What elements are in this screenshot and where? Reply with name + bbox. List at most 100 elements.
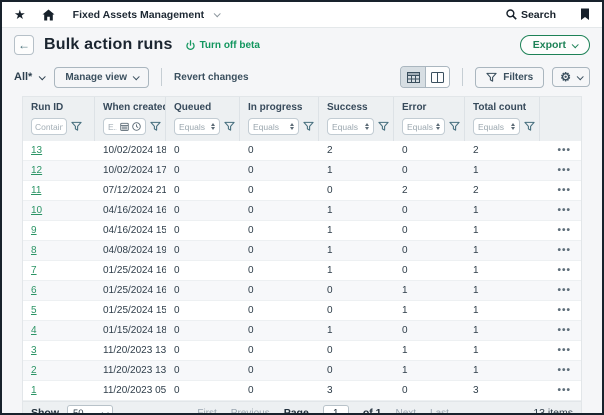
page-number-input[interactable] bbox=[323, 405, 349, 415]
column-header-when-created[interactable]: When created↓ bbox=[95, 97, 166, 115]
table-row[interactable]: 8 04/08/2024 19:0... 0 0 1 0 1 ••• bbox=[23, 241, 581, 261]
updown-icon bbox=[211, 123, 215, 130]
settings-button[interactable]: ⚙ bbox=[552, 67, 590, 87]
run-id-funnel-icon[interactable] bbox=[71, 121, 82, 132]
table-row[interactable]: 10 04/16/2024 16:0... 0 0 1 0 1 ••• bbox=[23, 201, 581, 221]
column-header-total-count[interactable]: Total count bbox=[465, 97, 540, 115]
page-size-select[interactable]: 50 bbox=[67, 405, 113, 415]
table-row[interactable]: 6 01/25/2024 16:1... 0 0 0 1 1 ••• bbox=[23, 281, 581, 301]
queued-cell: 0 bbox=[166, 161, 240, 180]
run-id-link[interactable]: 4 bbox=[31, 325, 37, 336]
favorite-star-icon[interactable]: ★ bbox=[14, 8, 26, 21]
row-actions-menu[interactable]: ••• bbox=[540, 301, 581, 320]
first-page-button[interactable]: First bbox=[197, 408, 216, 415]
split-view-button[interactable] bbox=[425, 67, 449, 87]
table-row[interactable]: 5 01/25/2024 15:3... 0 0 0 1 1 ••• bbox=[23, 301, 581, 321]
when-created-cell: 07/12/2024 21:2... bbox=[95, 181, 166, 200]
in-progress-filter-select[interactable]: Equals bbox=[248, 118, 299, 135]
back-button[interactable]: ← bbox=[14, 35, 34, 55]
run-id-filter-input[interactable] bbox=[31, 118, 67, 135]
total-count-cell: 1 bbox=[465, 301, 540, 320]
when-created-filter-input[interactable]: E... bbox=[103, 118, 146, 135]
run-id-link[interactable]: 5 bbox=[31, 305, 37, 316]
column-header-success[interactable]: Success bbox=[319, 97, 394, 115]
page-size-value: 50 bbox=[73, 408, 84, 415]
total-count-filter-select[interactable]: Equals bbox=[473, 118, 520, 135]
table-row[interactable]: 13 10/02/2024 18:1... 0 0 2 0 2 ••• bbox=[23, 141, 581, 161]
in-progress-funnel-icon[interactable] bbox=[303, 121, 314, 132]
app-switcher-chevron-icon[interactable] bbox=[214, 10, 221, 17]
column-header-error[interactable]: Error bbox=[394, 97, 465, 115]
row-actions-menu[interactable]: ••• bbox=[540, 241, 581, 260]
row-actions-menu[interactable]: ••• bbox=[540, 341, 581, 360]
filters-button[interactable]: Filters bbox=[475, 67, 544, 88]
table-row[interactable]: 4 01/15/2024 18:2... 0 0 1 0 1 ••• bbox=[23, 321, 581, 341]
next-page-button[interactable]: Next bbox=[395, 408, 416, 415]
clock-icon[interactable] bbox=[132, 122, 141, 131]
run-id-link[interactable]: 9 bbox=[31, 225, 37, 236]
error-cell: 0 bbox=[394, 321, 465, 340]
run-id-link[interactable]: 12 bbox=[31, 165, 42, 176]
row-actions-menu[interactable]: ••• bbox=[540, 321, 581, 340]
row-actions-menu[interactable]: ••• bbox=[540, 201, 581, 220]
column-header-in-progress[interactable]: In progress bbox=[240, 97, 319, 115]
queued-cell: 0 bbox=[166, 261, 240, 280]
manage-view-button[interactable]: Manage view bbox=[54, 67, 149, 88]
run-id-link[interactable]: 3 bbox=[31, 345, 37, 356]
manage-view-label: Manage view bbox=[65, 72, 127, 83]
previous-page-button[interactable]: Previous bbox=[231, 408, 270, 415]
error-funnel-icon[interactable] bbox=[449, 121, 460, 132]
last-page-button[interactable]: Last bbox=[430, 408, 449, 415]
when-created-cell: 01/25/2024 16:1... bbox=[95, 281, 166, 300]
table-row[interactable]: 2 11/20/2023 13:0... 0 0 0 1 1 ••• bbox=[23, 361, 581, 381]
row-actions-menu[interactable]: ••• bbox=[540, 261, 581, 280]
table-row[interactable]: 1 11/20/2023 05:0... 0 0 3 0 3 ••• bbox=[23, 381, 581, 401]
success-funnel-icon[interactable] bbox=[378, 121, 389, 132]
search-button[interactable]: Search bbox=[506, 9, 556, 21]
success-filter-select[interactable]: Equals bbox=[327, 118, 374, 135]
run-id-link[interactable]: 7 bbox=[31, 265, 37, 276]
column-header-run-id[interactable]: Run ID bbox=[23, 97, 95, 115]
run-id-link[interactable]: 6 bbox=[31, 285, 37, 296]
table-row[interactable]: 12 10/02/2024 17:1... 0 0 1 0 1 ••• bbox=[23, 161, 581, 181]
queued-cell: 0 bbox=[166, 381, 240, 400]
table-view-button[interactable] bbox=[401, 67, 425, 87]
when-created-cell: 11/20/2023 13:0... bbox=[95, 341, 166, 360]
queued-filter-select[interactable]: Equals bbox=[174, 118, 220, 135]
home-icon[interactable] bbox=[42, 9, 55, 21]
row-actions-menu[interactable]: ••• bbox=[540, 141, 581, 160]
row-actions-menu[interactable]: ••• bbox=[540, 161, 581, 180]
run-id-link[interactable]: 8 bbox=[31, 245, 37, 256]
table-row[interactable]: 11 07/12/2024 21:2... 0 0 0 2 2 ••• bbox=[23, 181, 581, 201]
revert-changes-link[interactable]: Revert changes bbox=[174, 72, 248, 83]
row-actions-menu[interactable]: ••• bbox=[540, 361, 581, 380]
queued-funnel-icon[interactable] bbox=[224, 121, 235, 132]
in-progress-cell: 0 bbox=[240, 381, 319, 400]
run-id-link[interactable]: 1 bbox=[31, 385, 37, 396]
row-actions-menu[interactable]: ••• bbox=[540, 221, 581, 240]
success-cell: 0 bbox=[319, 301, 394, 320]
run-id-link[interactable]: 11 bbox=[31, 185, 41, 196]
toolbar: All* Manage view Revert changes Filters bbox=[2, 60, 602, 96]
table-row[interactable]: 7 01/25/2024 16:1... 0 0 1 0 1 ••• bbox=[23, 261, 581, 281]
table-row[interactable]: 9 04/16/2024 15:5... 0 0 1 0 1 ••• bbox=[23, 221, 581, 241]
calendar-icon[interactable] bbox=[120, 122, 129, 131]
bookmark-icon[interactable] bbox=[580, 8, 590, 21]
row-actions-menu[interactable]: ••• bbox=[540, 281, 581, 300]
row-actions-menu[interactable]: ••• bbox=[540, 381, 581, 400]
table-row[interactable]: 3 11/20/2023 13:0... 0 0 0 1 1 ••• bbox=[23, 341, 581, 361]
total-count-funnel-icon[interactable] bbox=[524, 121, 535, 132]
run-id-link[interactable]: 13 bbox=[31, 145, 42, 156]
error-filter-select[interactable]: Equals bbox=[402, 118, 445, 135]
turn-off-beta-toggle[interactable]: Turn off beta bbox=[185, 40, 260, 51]
row-actions-menu[interactable]: ••• bbox=[540, 181, 581, 200]
filter-funnel-icon bbox=[486, 72, 497, 83]
when-created-funnel-icon[interactable] bbox=[150, 121, 161, 132]
run-id-link[interactable]: 2 bbox=[31, 365, 37, 376]
view-selector-chevron-icon bbox=[39, 73, 46, 80]
view-selector-dropdown[interactable]: All* bbox=[14, 71, 44, 83]
success-cell: 1 bbox=[319, 261, 394, 280]
run-id-link[interactable]: 10 bbox=[31, 205, 42, 216]
export-button[interactable]: Export bbox=[520, 35, 590, 55]
column-header-queued[interactable]: Queued bbox=[166, 97, 240, 115]
